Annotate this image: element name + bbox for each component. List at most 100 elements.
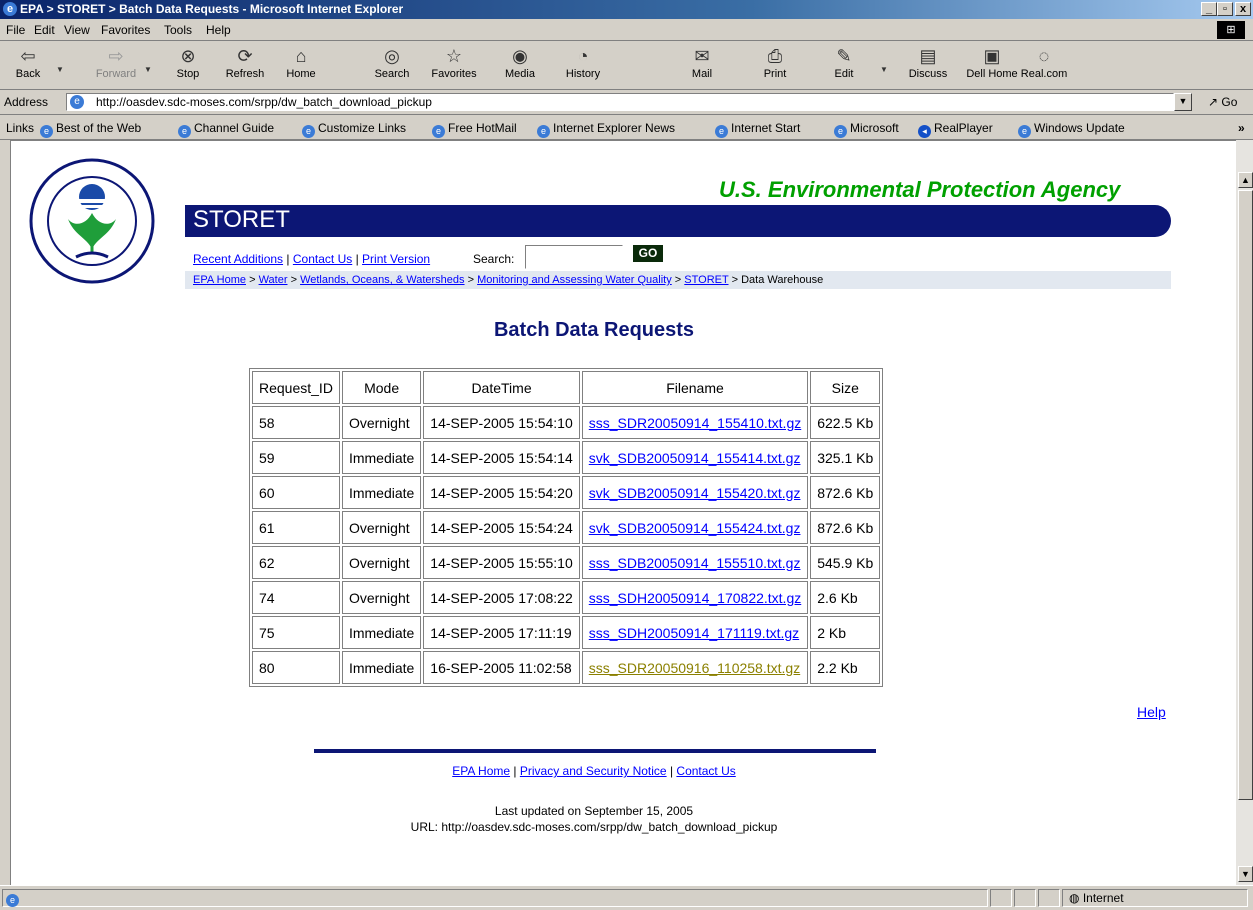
stop-icon: ⊗: [180, 46, 196, 66]
print-icon: ⎙: [767, 46, 783, 66]
history-button[interactable]: ◔ History: [555, 43, 611, 80]
realplayer-icon: ◂: [918, 125, 931, 138]
link-free-hotmail[interactable]: e Free HotMail: [432, 121, 517, 138]
crumb-wetlands[interactable]: Wetlands, Oceans, & Watersheds: [300, 274, 464, 286]
crumb-storet[interactable]: STORET: [684, 274, 728, 286]
file-link[interactable]: svk_SDB20050914_155420.txt.gz: [589, 485, 801, 501]
link-ie-news[interactable]: e Internet Explorer News: [537, 121, 675, 138]
close-button[interactable]: x: [1235, 2, 1251, 16]
forward-dropdown-icon[interactable]: ▼: [144, 65, 152, 74]
file-link[interactable]: sss_SDH20050914_171119.txt.gz: [589, 625, 799, 641]
file-link[interactable]: sss_SDR20050914_155410.txt.gz: [589, 415, 801, 431]
media-button[interactable]: ◉ Media: [492, 43, 548, 80]
requests-table: Request_ID Mode DateTime Filename Size 5…: [249, 368, 884, 687]
footer-epa-home-link[interactable]: EPA Home: [452, 764, 510, 778]
status-bar: e ◍ Internet: [0, 885, 1253, 910]
col-mode: Mode: [341, 371, 422, 404]
menu-edit[interactable]: Edit: [34, 23, 55, 37]
dell-home-button[interactable]: ▣ Dell Home: [960, 43, 1024, 80]
status-pane: [1038, 889, 1060, 907]
help-link[interactable]: Help: [1137, 704, 1166, 720]
link-windows-update[interactable]: e Windows Update: [1018, 121, 1125, 138]
address-dropdown-icon[interactable]: ▼: [1174, 93, 1192, 111]
scroll-down-icon[interactable]: ▼: [1238, 866, 1253, 882]
home-button[interactable]: ⌂ Home: [273, 43, 329, 80]
scroll-up-icon[interactable]: ▲: [1238, 172, 1253, 188]
forward-button[interactable]: ⇨ Forward: [88, 43, 144, 80]
mail-icon: ✉: [694, 46, 710, 66]
mail-button[interactable]: ✉ Mail: [674, 43, 730, 80]
links-label: Links: [6, 121, 35, 135]
menu-favorites[interactable]: Favorites: [101, 23, 150, 37]
home-icon: ⌂: [295, 46, 307, 66]
file-link[interactable]: sss_SDH20050914_170822.txt.gz: [589, 590, 801, 606]
windows-logo-icon: ⊞: [1217, 21, 1245, 39]
status-main: e: [2, 889, 988, 907]
link-best-of-web[interactable]: e Best of the Web: [40, 121, 141, 138]
table-row: 62 Overnight 14-SEP-2005 15:55:10 sss_SDB20…: [252, 546, 881, 579]
real-button[interactable]: ◌ Real.com: [1016, 43, 1072, 80]
crumb-epa-home[interactable]: EPA Home: [193, 274, 246, 286]
crumb-water[interactable]: Water: [259, 274, 288, 286]
ie-link-icon: e: [715, 125, 728, 138]
edit-dropdown-icon[interactable]: ▼: [880, 65, 888, 74]
link-realplayer[interactable]: ◂ RealPlayer: [918, 121, 993, 138]
breadcrumb: EPA Home > Water > Wetlands, Oceans, & W…: [185, 271, 1171, 289]
link-channel-guide[interactable]: e Channel Guide: [178, 121, 274, 138]
back-arrow-icon: ⇦: [20, 46, 36, 66]
scroll-thumb[interactable]: [1238, 190, 1253, 800]
file-link[interactable]: sss_SDB20050914_155510.txt.gz: [589, 555, 801, 571]
refresh-icon: ⟳: [237, 46, 253, 66]
menu-file[interactable]: File: [6, 23, 25, 37]
file-link[interactable]: svk_SDB20050914_155414.txt.gz: [589, 450, 801, 466]
search-button[interactable]: ◎ Search: [364, 43, 420, 80]
file-link[interactable]: svk_SDB20050914_155424.txt.gz: [589, 520, 801, 536]
status-zone: ◍ Internet: [1062, 889, 1248, 907]
links-more-icon[interactable]: »: [1238, 121, 1245, 135]
discuss-button[interactable]: ▤ Discuss: [900, 43, 956, 80]
window-title: EPA > STORET > Batch Data Requests - Mic…: [20, 2, 404, 16]
menu-tools[interactable]: Tools: [164, 23, 192, 37]
link-customize-links[interactable]: e Customize Links: [302, 121, 406, 138]
search-input[interactable]: [525, 245, 623, 269]
go-button[interactable]: ↗ Go: [1208, 95, 1237, 109]
epa-seal-logo: [29, 158, 155, 284]
menu-view[interactable]: View: [64, 23, 90, 37]
back-button[interactable]: ⇦ Back: [0, 43, 56, 80]
footer-privacy-link[interactable]: Privacy and Security Notice: [520, 764, 667, 778]
dell-home-icon: ▣: [983, 46, 1001, 66]
search-go-button[interactable]: GO: [633, 245, 663, 262]
edit-button[interactable]: ✎ Edit: [816, 43, 872, 80]
footer-links: EPA Home | Privacy and Security Notice |…: [452, 764, 736, 778]
ie-link-icon: e: [40, 125, 53, 138]
link-internet-start[interactable]: e Internet Start: [715, 121, 800, 138]
footer-contact-link[interactable]: Contact Us: [676, 764, 735, 778]
back-dropdown-icon[interactable]: ▼: [56, 65, 64, 74]
crumb-monitoring[interactable]: Monitoring and Assessing Water Quality: [477, 274, 672, 286]
status-pane: [1014, 889, 1036, 907]
media-icon: ◉: [512, 46, 528, 66]
maximize-button[interactable]: ▫: [1217, 2, 1233, 16]
table-row: 59 Immediate 14-SEP-2005 15:54:14 svk_SDB20…: [252, 441, 881, 474]
page-icon: e: [70, 95, 84, 109]
col-filename: Filename: [581, 371, 809, 404]
refresh-button[interactable]: ⟳ Refresh: [217, 43, 273, 80]
recent-additions-link[interactable]: Recent Additions: [193, 252, 283, 266]
menu-bar: File Edit View Favorites Tools Help: [0, 19, 1253, 41]
minimize-button[interactable]: _: [1201, 2, 1217, 16]
ie-link-icon: e: [834, 125, 847, 138]
address-bar: Address e http://oasdev.sdc-moses.com/sr…: [0, 90, 1253, 115]
menu-help[interactable]: Help: [206, 23, 231, 37]
favorites-button[interactable]: ☆ Favorites: [426, 43, 482, 80]
forward-arrow-icon: ⇨: [108, 46, 124, 66]
file-link-visited[interactable]: sss_SDR20050916_110258.txt.gz: [589, 660, 800, 676]
contact-us-link[interactable]: Contact Us: [293, 252, 352, 266]
ie-link-icon: e: [537, 125, 550, 138]
link-microsoft[interactable]: e Microsoft: [834, 121, 899, 138]
stop-button[interactable]: ⊗ Stop: [160, 43, 216, 80]
table-row: 74 Overnight 14-SEP-2005 17:08:22 sss_SDH20…: [252, 581, 881, 614]
print-version-link[interactable]: Print Version: [362, 252, 430, 266]
print-button[interactable]: ⎙ Print: [747, 43, 803, 80]
table-row: 75 Immediate 14-SEP-2005 17:11:19 sss_SDH20…: [252, 616, 881, 649]
real-icon: ◌: [1038, 46, 1050, 66]
